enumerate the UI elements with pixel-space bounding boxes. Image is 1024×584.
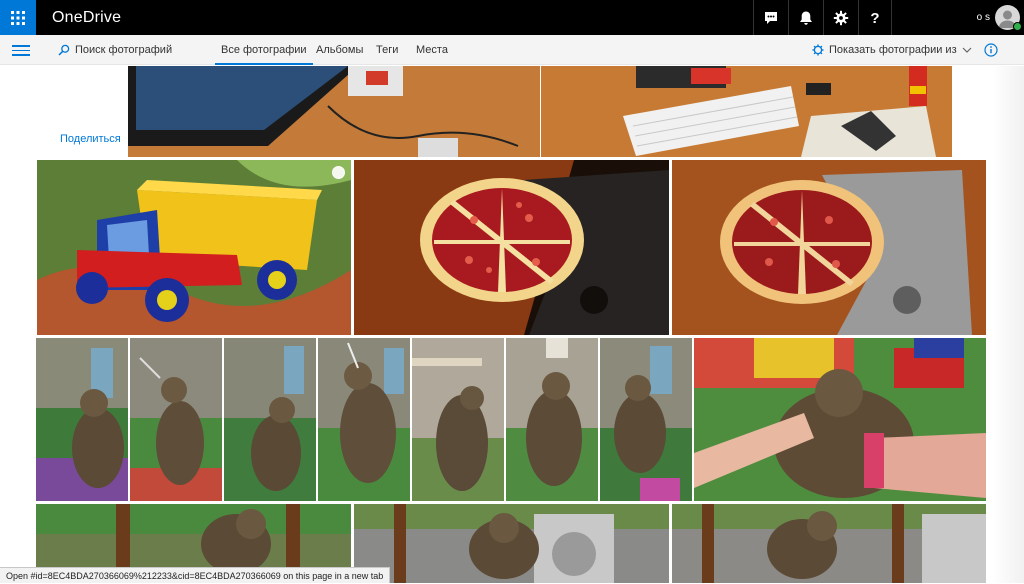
hamburger-line [12, 49, 30, 51]
chat-button[interactable] [753, 0, 787, 35]
gear-icon [833, 10, 848, 25]
suite-bar: OneDrive ? o s [0, 0, 1024, 35]
photo-tile-cat-1[interactable] [36, 338, 128, 501]
photo-cat-chair [354, 504, 669, 583]
photo-cat [318, 338, 410, 501]
select-checkbox[interactable] [332, 166, 345, 179]
hamburger-line [12, 45, 30, 47]
status-bar-link-preview: Open #id=8EC4BDA270366069%212233&cid=8EC… [0, 567, 391, 583]
photo-cat-chair [672, 504, 986, 583]
photo-cat [506, 338, 598, 501]
photo-tile-cat-2[interactable] [130, 338, 222, 501]
photo-tile-keyboard[interactable] [541, 66, 952, 157]
app-title[interactable]: OneDrive [52, 0, 121, 35]
share-link[interactable]: Поделиться [60, 133, 121, 145]
photo-cat [130, 338, 222, 501]
photo-tile-cat-3[interactable] [224, 338, 316, 501]
tab-albums[interactable]: Альбомы [316, 35, 363, 65]
info-icon[interactable] [984, 43, 998, 57]
photo-pomegranate [672, 160, 986, 335]
user-initials[interactable]: o s [960, 0, 990, 35]
photo-toy-truck [37, 160, 351, 335]
svg-text:?: ? [870, 10, 879, 26]
menu-button[interactable] [10, 42, 32, 58]
tab-places[interactable]: Места [416, 35, 448, 65]
photo-tile-monitor[interactable] [128, 66, 540, 157]
photo-tile-cat-6[interactable] [506, 338, 598, 501]
bell-icon [799, 11, 812, 25]
photo-tile-cat-chair-2[interactable] [354, 504, 669, 583]
photo-cat [36, 338, 128, 501]
photo-tile-cat-5[interactable] [412, 338, 504, 501]
presence-indicator [1013, 22, 1022, 31]
tab-all-photos[interactable]: Все фотографии [215, 35, 313, 65]
photo-keyboard-desk [541, 66, 952, 157]
help-button[interactable]: ? [858, 0, 892, 35]
notifications-button[interactable] [788, 0, 822, 35]
photo-grid: Поделиться [0, 66, 1024, 583]
photo-tile-cat-7[interactable] [600, 338, 692, 501]
search-box[interactable] [50, 37, 202, 63]
chevron-down-icon [962, 47, 972, 53]
photo-cat [224, 338, 316, 501]
search-icon [58, 44, 70, 56]
tab-tags[interactable]: Теги [376, 35, 398, 65]
photo-pomegranate [354, 160, 669, 335]
photo-cat [412, 338, 504, 501]
photo-tile-pomegranate-1[interactable] [354, 160, 669, 335]
waffle-icon [11, 10, 25, 25]
gear-icon [812, 44, 824, 56]
photo-cat-hand [694, 338, 986, 501]
app-launcher-button[interactable] [0, 0, 36, 35]
show-photos-from-dropdown[interactable]: Показать фотографии из [812, 35, 972, 65]
photo-tile-cat-chair-3[interactable] [672, 504, 986, 583]
photo-cat [600, 338, 692, 501]
search-input[interactable] [75, 44, 195, 56]
photo-tile-toy-truck[interactable] [37, 160, 351, 335]
photo-tile-cat-hand[interactable] [694, 338, 986, 501]
scroll-edge-shadow [992, 66, 1024, 583]
settings-button[interactable] [823, 0, 857, 35]
photo-tile-pomegranate-2[interactable] [672, 160, 986, 335]
photo-tile-cat-4[interactable] [318, 338, 410, 501]
show-photos-from-label: Показать фотографии из [829, 44, 957, 56]
hamburger-line [12, 54, 30, 56]
help-icon: ? [870, 10, 879, 26]
command-bar: Все фотографии Альбомы Теги Места Показа… [0, 35, 1024, 65]
chat-icon [764, 11, 777, 24]
photo-monitor-desk [128, 66, 540, 157]
